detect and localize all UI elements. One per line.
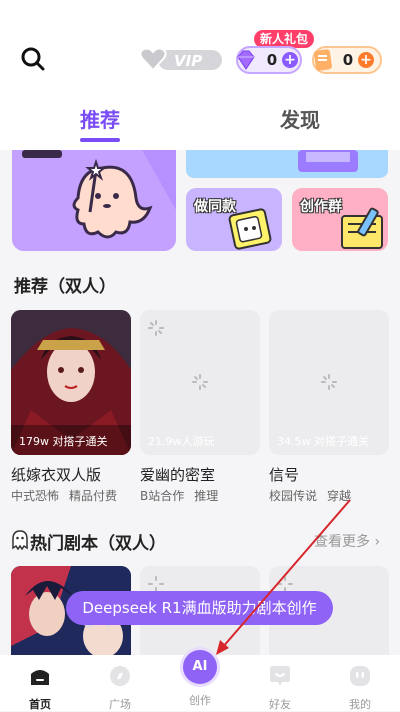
game-tags-2: B站合作 推理 — [140, 487, 218, 504]
game-title-2[interactable]: 爱幽的密室 — [140, 464, 215, 485]
create-ai-button[interactable]: AI — [180, 647, 220, 687]
game-title-1[interactable]: 纸嫁衣双人版 — [11, 464, 101, 485]
game-tag: 中式恐怖 — [11, 489, 60, 503]
nav-square-label: 广场 — [109, 698, 131, 711]
create-group-card[interactable]: 创作群 — [292, 188, 388, 251]
add-ticket-button[interactable]: + — [358, 52, 374, 68]
vip-badge[interactable]: VIP — [138, 44, 224, 74]
make-same-label: 做同款 — [194, 199, 236, 215]
game-play-count: 179w 对搭子通关 — [19, 435, 108, 448]
nav-friends[interactable]: 好友 — [250, 655, 310, 712]
loading-spinner-icon — [277, 576, 293, 592]
top-tabs: 推荐 发现 — [0, 104, 400, 144]
tab-recommend[interactable]: 推荐 — [80, 104, 120, 133]
section-title-hot-scripts: 热门剧本（双人） — [30, 534, 166, 554]
loading-spinner-icon — [148, 320, 164, 336]
game-tag: 穿越 — [327, 489, 352, 503]
game-card-3[interactable]: 34.5w 对搭子通关 — [269, 310, 389, 455]
section-title-recommend-duo: 推荐（双人） — [14, 277, 116, 297]
chat-icon — [270, 666, 290, 686]
create-group-label: 创作群 — [300, 199, 342, 215]
blue-banner-art — [186, 150, 388, 178]
diamond-balance[interactable]: 0 + — [236, 46, 302, 74]
ticket-count: 0 — [342, 51, 354, 69]
game-card-1[interactable]: 179w 对搭子通关 — [11, 310, 131, 455]
game-tag: 精品付费 — [69, 489, 118, 503]
top-bar: VIP 新人礼包 0 + 0 + 推荐 发现 — [0, 0, 400, 150]
ghost-icon — [12, 530, 28, 550]
search-icon[interactable] — [20, 46, 46, 72]
ghost-banner-card[interactable] — [12, 150, 176, 251]
nav-friends-label: 好友 — [269, 698, 291, 711]
game-tags-3: 校园传说 穿越 — [269, 487, 351, 504]
profile-icon — [350, 666, 370, 686]
game-title-3[interactable]: 信号 — [269, 464, 299, 485]
nav-mine-label: 我的 — [349, 698, 371, 711]
game-play-count: 34.5w 对搭子通关 — [277, 435, 369, 448]
loading-spinner-icon — [321, 374, 337, 390]
diamond-count: 0 — [266, 51, 278, 69]
loading-spinner-icon — [148, 576, 164, 592]
deepseek-promo-tooltip[interactable]: Deepseek R1满血版助力剧本创作 — [66, 591, 333, 625]
tab-active-indicator — [80, 138, 120, 142]
nav-create-label[interactable]: 创作 — [170, 692, 230, 708]
nav-square[interactable]: 广场 — [90, 655, 150, 712]
loading-spinner-icon — [192, 374, 208, 390]
game-tags-1: 中式恐怖 精品付费 — [11, 487, 117, 504]
vip-heart-icon: VIP — [139, 47, 222, 72]
nav-home-label: 首页 — [29, 698, 51, 711]
tab-discover[interactable]: 发现 — [280, 104, 320, 133]
blue-banner-card[interactable] — [186, 150, 388, 178]
game-tag: 校园传说 — [269, 489, 318, 503]
home-icon — [31, 670, 49, 685]
nav-mine[interactable]: 我的 — [330, 655, 390, 712]
compass-icon — [110, 666, 130, 686]
game-tag: 推理 — [194, 489, 219, 503]
game-play-count: 21.9w人游玩 — [148, 435, 215, 448]
make-same-card[interactable]: 做同款 — [186, 188, 282, 251]
nav-home[interactable]: 首页 — [10, 655, 70, 712]
ghost-mascot-icon — [12, 150, 176, 251]
see-more-link[interactable]: 查看更多 › — [314, 531, 380, 551]
add-diamond-button[interactable]: + — [282, 52, 298, 68]
diamond-icon — [237, 50, 255, 70]
game-card-2[interactable]: 21.9w人游玩 — [140, 310, 260, 455]
ticket-icon — [314, 49, 332, 71]
bottom-nav: 首页 广场 AI 创作 好友 我的 — [0, 647, 400, 712]
svg-text:VIP: VIP — [174, 52, 202, 70]
game-tag: B站合作 — [140, 489, 185, 503]
ticket-balance[interactable]: 0 + — [312, 46, 382, 74]
